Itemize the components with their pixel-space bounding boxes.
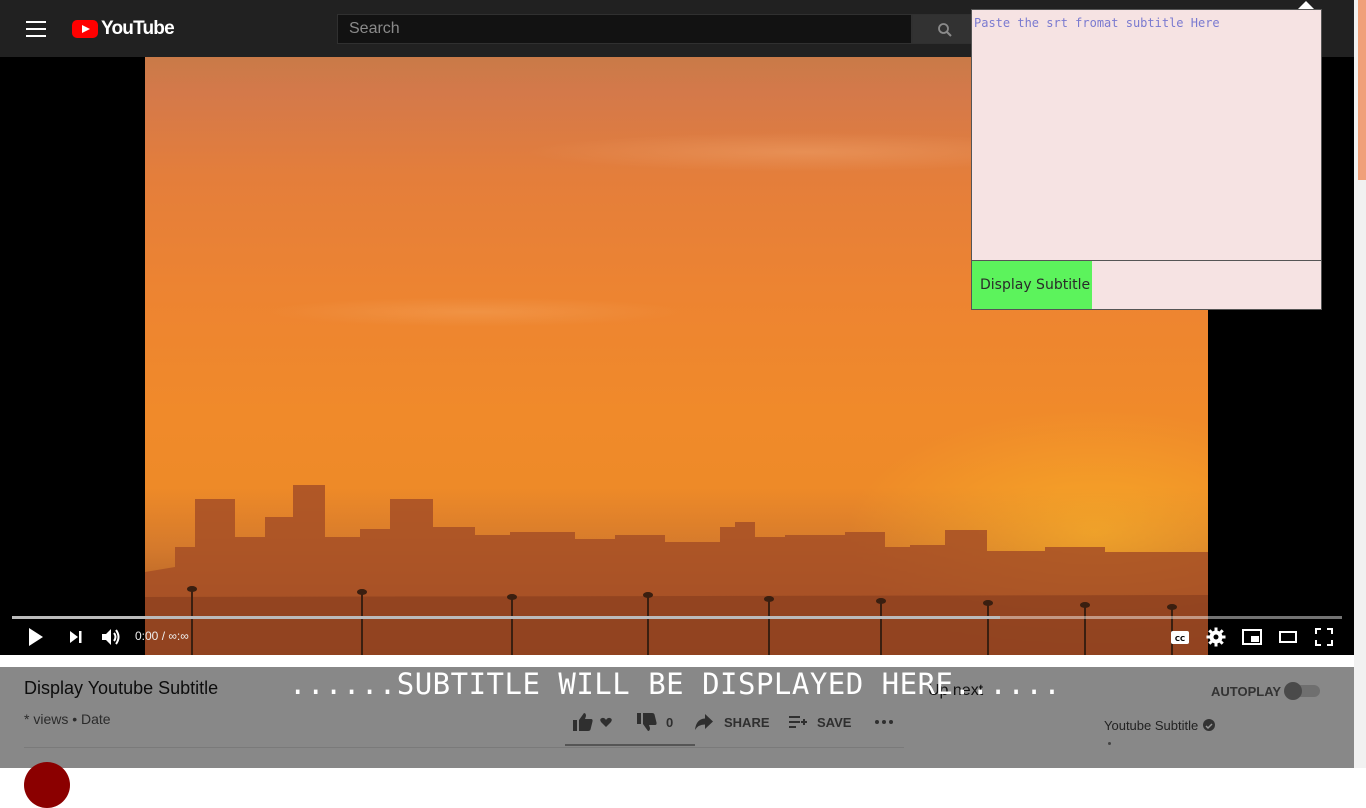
save-button[interactable]: SAVE — [788, 712, 851, 732]
miniplayer-button[interactable] — [1240, 625, 1264, 649]
video-meta: * views • Date — [24, 711, 111, 727]
video-title: Display Youtube Subtitle — [24, 678, 219, 698]
playlist-add-icon — [789, 716, 807, 728]
scrollbar-thumb[interactable] — [1358, 0, 1366, 180]
save-label: SAVE — [817, 714, 852, 730]
gear-icon — [1206, 627, 1226, 647]
captions-button[interactable]: CC — [1168, 625, 1192, 649]
sentiment-bar — [565, 744, 695, 746]
share-icon — [695, 714, 713, 730]
miniplayer-icon — [1242, 629, 1262, 645]
share-label: SHARE — [724, 714, 770, 730]
search-icon — [938, 23, 952, 37]
page-scrollbar[interactable] — [1354, 0, 1366, 768]
channel-name[interactable]: Youtube Subtitle — [1104, 718, 1198, 733]
youtube-logo[interactable]: YouTube — [72, 18, 175, 40]
svg-text:CC: CC — [1175, 635, 1185, 643]
progress-bar-fill — [12, 616, 1001, 619]
play-icon — [29, 628, 43, 646]
menu-icon[interactable] — [26, 21, 46, 37]
dislike-button[interactable]: 0 — [636, 712, 673, 732]
time-display: 0:00 / ∞:∞ — [135, 629, 189, 643]
bullet-dot — [1108, 742, 1111, 745]
verified-check-icon — [1203, 719, 1215, 731]
settings-button[interactable] — [1204, 625, 1228, 649]
play-button[interactable] — [24, 625, 48, 649]
fullscreen-icon — [1315, 628, 1333, 646]
theater-mode-icon — [1279, 631, 1297, 643]
subtitle-overlay: ......SUBTITLE WILL BE DISPLAYED HERE...… — [289, 667, 1062, 701]
heart-icon — [600, 717, 612, 727]
volume-icon — [102, 629, 120, 645]
autoplay-label: AUTOPLAY — [1211, 684, 1282, 699]
theater-mode-button[interactable] — [1276, 625, 1300, 649]
srt-subtitle-textarea[interactable] — [972, 10, 1321, 261]
more-actions-button[interactable] — [874, 712, 894, 732]
more-horizontal-icon — [875, 720, 893, 724]
autoplay-toggle[interactable] — [1284, 682, 1320, 700]
next-button[interactable] — [64, 625, 88, 649]
logo-text: YouTube — [101, 18, 175, 39]
thumbs-up-icon — [573, 713, 593, 731]
search-input[interactable] — [337, 14, 912, 44]
dislike-count: 0 — [666, 714, 674, 730]
subtitle-extension-popup: Display Subtitle — [971, 9, 1322, 310]
popup-caret — [1298, 1, 1314, 9]
progress-bar[interactable] — [12, 616, 1342, 619]
volume-button[interactable] — [99, 625, 123, 649]
thumbs-down-icon — [637, 713, 657, 731]
captions-icon: CC — [1171, 631, 1189, 644]
like-button[interactable] — [572, 712, 613, 732]
display-subtitle-button[interactable]: Display Subtitle — [972, 261, 1092, 309]
channel-avatar[interactable] — [24, 762, 70, 808]
fullscreen-button[interactable] — [1312, 625, 1336, 649]
search-button[interactable] — [912, 14, 976, 44]
divider — [24, 747, 904, 748]
share-button[interactable]: SHARE — [694, 712, 770, 732]
city-skyline-image — [145, 485, 1208, 655]
youtube-play-logo-icon — [72, 20, 98, 38]
next-icon — [70, 631, 82, 643]
